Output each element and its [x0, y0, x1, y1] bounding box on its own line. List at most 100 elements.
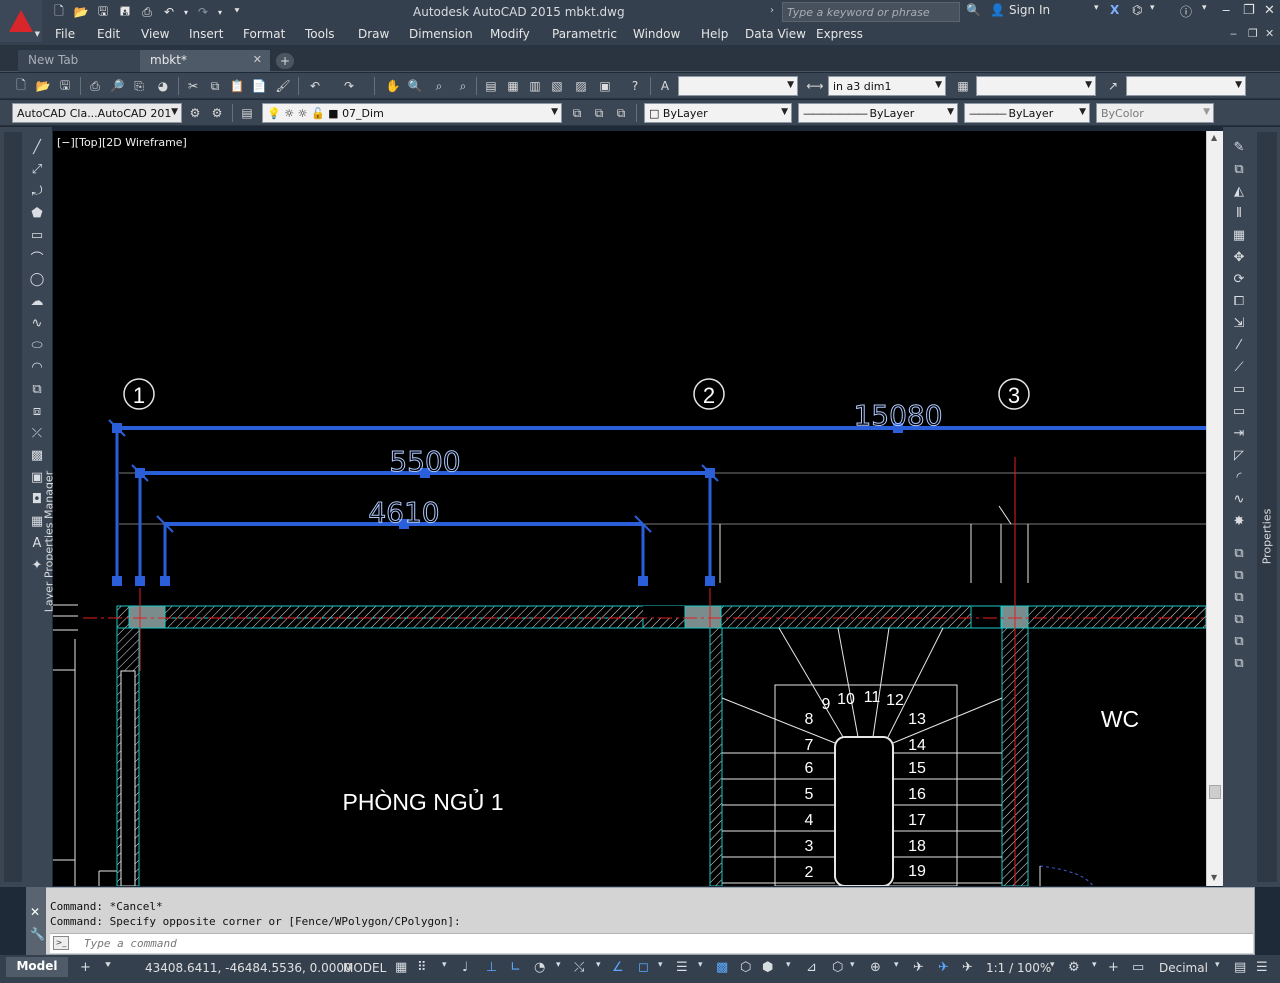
sheet-set-icon[interactable]: ▧	[548, 77, 566, 95]
move-icon[interactable]: ✥	[1228, 246, 1250, 268]
chamfer-icon[interactable]: ◸	[1228, 444, 1250, 466]
multileader-style-icon[interactable]: ↗	[1104, 77, 1122, 95]
menu-help[interactable]: Help	[701, 27, 728, 41]
copy-object-icon[interactable]: ⧉	[1228, 158, 1250, 180]
bring-to-front-icon[interactable]: ⧉	[1228, 564, 1250, 586]
model-space-toggle[interactable]: MODEL	[343, 961, 386, 975]
auto-scale-icon[interactable]: ✈	[938, 960, 949, 975]
sign-in-dropdown-icon[interactable]: ▾	[1094, 3, 1099, 13]
multileader-style-combo[interactable]: ▼	[1126, 76, 1246, 96]
menu-modify[interactable]: Modify	[490, 27, 530, 41]
dimension-text-4610[interactable]: 4610	[368, 496, 440, 530]
units-dropdown-icon[interactable]: ▾	[1215, 960, 1220, 970]
new-tab-button[interactable]: +	[276, 53, 294, 69]
annotation-monitor-icon[interactable]: +	[1108, 960, 1119, 975]
osnap-dropdown-icon[interactable]: ▾	[658, 960, 663, 970]
close-icon[interactable]: ✕	[30, 905, 40, 919]
restore-icon[interactable]: ❐	[1243, 3, 1255, 18]
gradient-icon[interactable]: ▣	[26, 466, 48, 488]
dim-style-combo[interactable]: in a3 dim1 ▼	[828, 76, 946, 96]
open-file-icon[interactable]: 📂	[72, 3, 90, 21]
array-icon[interactable]: ▦	[1228, 224, 1250, 246]
grid-icon[interactable]: ▦	[395, 960, 407, 975]
make-block-icon[interactable]: ⧈	[26, 400, 48, 422]
dynamic-input-icon[interactable]: ⊥	[486, 960, 497, 975]
polar-dropdown-icon[interactable]: ▾	[556, 960, 561, 970]
snap-icon[interactable]: ⠿	[417, 960, 427, 975]
vertical-scrollbar[interactable]: ▲ ▼	[1206, 131, 1223, 886]
save-icon[interactable]: 🖫	[56, 77, 74, 95]
polygon-icon[interactable]: ⬟	[26, 202, 48, 224]
snap-dropdown-icon[interactable]: ▾	[442, 960, 447, 970]
autodesk-360-icon[interactable]: ⌬	[1132, 3, 1142, 17]
extend-icon[interactable]: ⟋	[1228, 356, 1250, 378]
publish-icon[interactable]: ⎘	[130, 77, 148, 95]
table-icon[interactable]: ▦	[26, 510, 48, 532]
menu-parametric[interactable]: Parametric	[552, 27, 617, 41]
rectangle-icon[interactable]: ▭	[26, 224, 48, 246]
redo-icon[interactable]: ↷	[340, 77, 358, 95]
arc-icon[interactable]: ⌒	[26, 246, 48, 268]
undo-icon[interactable]: ↶	[160, 3, 178, 21]
rotate-icon[interactable]: ⟳	[1228, 268, 1250, 290]
scroll-thumb[interactable]	[1209, 785, 1221, 799]
3dosnap-dropdown-icon[interactable]: ▾	[786, 960, 791, 970]
fillet-icon[interactable]: ◜	[1228, 466, 1250, 488]
workspace-switching-icon[interactable]: ⚙	[1068, 960, 1080, 975]
workspace-dropdown-icon[interactable]: ▾	[1092, 960, 1097, 970]
trim-icon[interactable]: ⁄	[1228, 334, 1250, 356]
menu-format[interactable]: Format	[243, 27, 285, 41]
polyline-icon[interactable]: ⤾	[26, 180, 48, 202]
doc-minimize-icon[interactable]: ‒	[1230, 27, 1237, 40]
viewport-controls[interactable]: [−][Top][2D Wireframe]	[57, 136, 187, 149]
doc-restore-icon[interactable]: ❐	[1248, 27, 1258, 40]
wrench-icon[interactable]: 🔧	[30, 927, 45, 941]
multiline-text-icon[interactable]: A	[26, 532, 48, 554]
undo-dropdown-icon[interactable]: ▾	[182, 3, 190, 21]
make-current-layer-icon[interactable]: ⧉	[568, 104, 586, 122]
blend-curves-icon[interactable]: ∿	[1228, 488, 1250, 510]
help-icon[interactable]: ⓘ	[1180, 3, 1192, 20]
properties-icon[interactable]: ▤	[482, 77, 500, 95]
menu-data-view[interactable]: Data View	[745, 27, 806, 41]
menu-file[interactable]: File	[55, 27, 75, 41]
table-style-combo[interactable]: ▼	[976, 76, 1096, 96]
text-style-combo[interactable]: ▼	[678, 76, 798, 96]
annotation-scale-value[interactable]: 1:1 / 100%	[986, 961, 1051, 975]
workspace-customize-icon[interactable]: ⚙	[208, 104, 226, 122]
units-icon[interactable]: ▭	[1132, 960, 1144, 975]
layer-combo[interactable]: 💡 ☼ ☼ 🔓 ■ 07_Dim ▼	[262, 103, 562, 123]
mirror-icon[interactable]: ◭	[1228, 180, 1250, 202]
help-dropdown-icon[interactable]: ▾	[1202, 3, 1207, 13]
close-tab-icon[interactable]: ✕	[253, 53, 262, 66]
zoom-realtime-icon[interactable]: 🔍	[406, 77, 424, 95]
cut-icon[interactable]: ✂	[184, 77, 202, 95]
linetype-combo[interactable]: ——————— ByLayer ▼	[798, 103, 958, 123]
command-prompt-icon[interactable]: >_	[53, 936, 69, 950]
chevron-right-icon[interactable]: ›	[770, 5, 774, 16]
color-combo[interactable]: □ ByLayer ▼	[644, 103, 792, 123]
layer-previous-icon[interactable]: ⧉	[590, 104, 608, 122]
units-value[interactable]: Decimal	[1159, 961, 1208, 975]
annotation-visibility-icon[interactable]: ✈	[913, 960, 924, 975]
scroll-up-icon[interactable]: ▲	[1211, 133, 1217, 142]
zoom-previous-icon[interactable]: ⌕	[454, 77, 472, 95]
application-menu-button[interactable]: ▼	[0, 0, 42, 42]
construction-line-icon[interactable]: ⤢	[26, 158, 48, 180]
plotstyle-combo[interactable]: ByColor ▼	[1096, 103, 1214, 123]
scale-dropdown-icon[interactable]: ▾	[1050, 960, 1055, 970]
ellipse-icon[interactable]: ⬭	[26, 334, 48, 356]
close-icon[interactable]: ✕	[1264, 3, 1275, 18]
object-snap-icon[interactable]: ◻	[638, 960, 649, 975]
quick-properties-icon[interactable]: ▤	[1234, 960, 1246, 975]
dim-style-icon[interactable]: ⟷	[806, 77, 824, 95]
break-at-point-icon[interactable]: ▭	[1228, 378, 1250, 400]
revision-cloud-icon[interactable]: ☁	[26, 290, 48, 312]
ortho-icon[interactable]: ∟	[510, 960, 521, 975]
help-icon[interactable]: ?	[626, 77, 644, 95]
dimension-text-5500[interactable]: 5500	[389, 445, 461, 479]
scale-icon[interactable]: ⧠	[1228, 290, 1250, 312]
3d-object-snap-icon[interactable]: ⬢	[762, 960, 773, 975]
coordinates-readout[interactable]: 43408.6411, -46484.5536, 0.0000	[145, 961, 352, 975]
menu-view[interactable]: View	[141, 27, 169, 41]
